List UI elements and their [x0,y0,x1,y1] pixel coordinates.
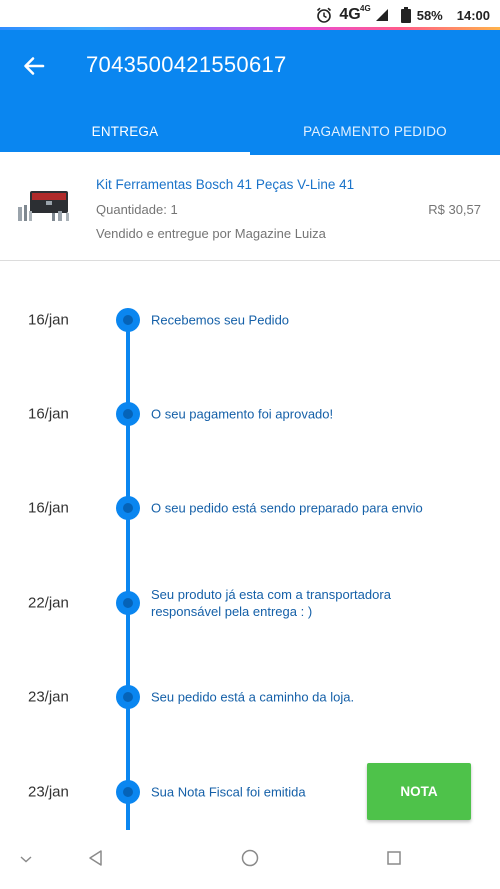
timeline-date: 23/jan [28,688,69,706]
timeline-item: 16/jan Recebemos seu Pedido [0,300,500,340]
timeline-dot [116,591,140,615]
square-recents-icon [385,849,403,872]
clock: 14:00 [456,7,490,23]
delivery-timeline: 16/jan Recebemos seu Pedido 16/jan O seu… [0,262,500,832]
timeline-date: 16/jan [28,311,69,329]
network-type: 4G 4G [339,4,371,23]
product-card[interactable]: Kit Ferramentas Bosch 41 Peças V-Line 41… [0,155,500,261]
nav-home-button[interactable] [238,848,262,872]
timeline-dot [116,685,140,709]
product-quantity: Quantidade: 1 [96,202,178,217]
chevron-down-icon [19,851,33,869]
timeline-dot [116,402,140,426]
timeline-dot [116,496,140,520]
tab-bar: ENTREGA PAGAMENTO PEDIDO [0,108,500,155]
timeline-dot [116,308,140,332]
system-nav-bar [0,830,500,889]
timeline-dot [116,780,140,804]
timeline-item: 16/jan O seu pagamento foi aprovado! [0,394,500,434]
status-icons: 4G 4G 58% 14:00 [315,4,490,24]
signal-icon [375,8,389,22]
circle-home-icon [240,848,260,873]
product-image [16,185,80,225]
timeline-text: Recebemos seu Pedido [151,312,290,328]
nav-back-button[interactable] [84,848,108,872]
nav-recents-button[interactable] [382,848,406,872]
nota-button[interactable]: NOTA [367,763,471,820]
status-bar: 4G 4G 58% 14:00 [0,0,500,30]
timeline-text: O seu pagamento foi aprovado! [151,406,334,422]
triangle-back-icon [87,849,105,872]
timeline-item: 16/jan O seu pedido está sendo preparado… [0,488,500,528]
order-number-title: 7043500421550617 [86,52,287,77]
back-button[interactable] [16,50,52,86]
battery-icon [400,7,411,23]
product-name[interactable]: Kit Ferramentas Bosch 41 Peças V-Line 41 [96,177,354,192]
product-price: R$ 30,57 [428,202,481,217]
timeline-item: 23/jan Seu pedido está a caminho da loja… [0,677,500,717]
nav-collapse-button[interactable] [14,848,38,872]
timeline-date: 16/jan [28,499,69,517]
order-detail-screen: 4G 4G 58% 14:00 7043500421550617 ENTREGA … [0,0,500,889]
alarm-clock-icon [315,6,333,24]
timeline-date: 22/jan [28,594,69,612]
timeline-text: Seu pedido está a caminho da loja. [151,689,355,705]
timeline-date: 16/jan [28,405,69,423]
tab-pagamento-pedido[interactable]: PAGAMENTO PEDIDO [250,108,500,155]
app-bar: 7043500421550617 ENTREGA PAGAMENTO PEDID… [0,30,500,155]
timeline-text: Seu produto já esta com a transportadora… [151,587,391,619]
timeline-date: 23/jan [28,783,69,801]
product-seller: Vendido e entregue por Magazine Luiza [96,226,326,241]
timeline-text: O seu pedido está sendo preparado para e… [151,500,423,516]
tab-entrega[interactable]: ENTREGA [0,108,250,155]
battery-percent: 58% [416,7,443,23]
arrow-left-icon [23,55,45,82]
timeline-item: 22/jan Seu produto já esta com a transpo… [0,583,500,623]
